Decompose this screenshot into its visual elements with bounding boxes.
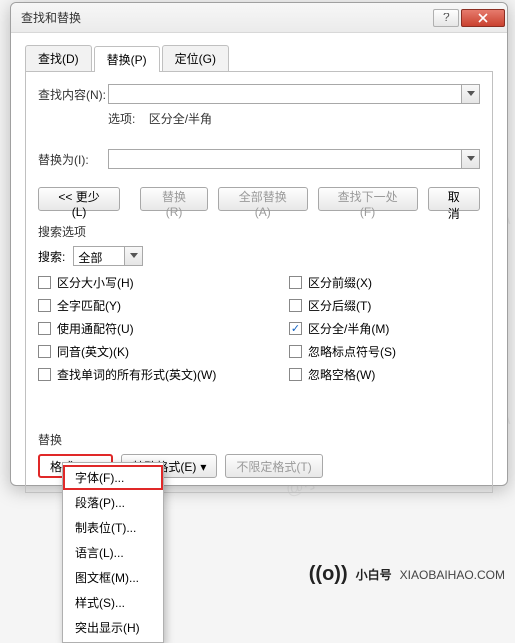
checkbox-col-right: 区分前缀(X) 区分后缀(T) 区分全/半角(M) 忽略标点符号(S) 忽略空格(W) <box>289 274 480 389</box>
checkbox-left-3[interactable]: 同音(英文)(K) <box>38 343 229 360</box>
checkbox-col-left: 区分大小写(H) 全字匹配(Y) 使用通配符(U) 同音(英文)(K) 查找单词的所有形… <box>38 274 229 389</box>
format-menu-item-6[interactable]: 突出显示(H) <box>63 615 163 640</box>
checkbox-left-4[interactable]: 查找单词的所有形式(英文)(W) <box>38 366 229 383</box>
help-button[interactable]: ? <box>433 9 459 27</box>
checkbox-label: 使用通配符(U) <box>57 320 134 337</box>
watermark: ((o)) 小白号 XIAOBAIHAO.COM <box>309 563 505 586</box>
replace-section-title: 替换 <box>38 431 480 448</box>
checkbox-label: 全字匹配(Y) <box>57 297 121 314</box>
replace-label: 替换为(I): <box>38 151 108 168</box>
find-input[interactable] <box>109 85 461 103</box>
checkbox-left-0[interactable]: 区分大小写(H) <box>38 274 229 291</box>
replace-all-button[interactable]: 全部替换(A) <box>218 187 308 211</box>
tab-find[interactable]: 查找(D) <box>25 45 92 71</box>
checkbox-box-icon <box>289 345 302 358</box>
svg-text:?: ? <box>443 13 450 23</box>
checkbox-box-icon <box>38 276 51 289</box>
checkbox-box-icon <box>289 368 302 381</box>
tab-panel: 查找内容(N): 选项: 区分全/半角 替换为(I): <box>25 72 493 493</box>
checkbox-label: 区分全/半角(M) <box>308 320 389 337</box>
caret-down-icon: ▾ <box>200 460 206 474</box>
no-format-button[interactable]: 不限定格式(T) <box>225 454 322 478</box>
find-replace-dialog: 查找和替换 ? 查找(D) 替换(P) 定位(G) 查找内容(N): <box>10 2 508 486</box>
cancel-button[interactable]: 取消 <box>428 187 480 211</box>
checkbox-right-0[interactable]: 区分前缀(X) <box>289 274 480 291</box>
format-menu-item-0[interactable]: 字体(F)... <box>63 465 163 490</box>
search-scope-label: 搜索: <box>38 248 65 265</box>
less-button[interactable]: << 更少(L) <box>38 187 120 211</box>
checkbox-label: 区分大小写(H) <box>57 274 134 291</box>
replace-button[interactable]: 替换(R) <box>140 187 208 211</box>
format-menu: 字体(F)...段落(P)...制表位(T)...语言(L)...图文框(M).… <box>62 462 164 643</box>
checkbox-right-4[interactable]: 忽略空格(W) <box>289 366 480 383</box>
tab-bar: 查找(D) 替换(P) 定位(G) <box>25 45 493 72</box>
find-input-wrap <box>108 84 480 104</box>
checkbox-box-icon <box>38 368 51 381</box>
wifi-icon: ((o)) <box>309 563 348 586</box>
replace-input[interactable] <box>109 150 461 168</box>
dialog-title: 查找和替换 <box>21 9 81 26</box>
checkbox-label: 区分前缀(X) <box>308 274 372 291</box>
format-menu-item-1[interactable]: 段落(P)... <box>63 490 163 515</box>
format-menu-item-4[interactable]: 图文框(M)... <box>63 565 163 590</box>
checkbox-right-2[interactable]: 区分全/半角(M) <box>289 320 480 337</box>
replace-history-dropdown[interactable] <box>461 150 479 168</box>
search-scope-dropdown-icon <box>124 247 142 265</box>
tab-goto[interactable]: 定位(G) <box>162 45 229 71</box>
checkbox-box-icon <box>289 322 302 335</box>
checkbox-left-2[interactable]: 使用通配符(U) <box>38 320 229 337</box>
checkbox-box-icon <box>38 322 51 335</box>
search-scope-select[interactable]: 全部 <box>73 246 143 266</box>
checkbox-label: 区分后缀(T) <box>308 297 371 314</box>
checkbox-label: 查找单词的所有形式(英文)(W) <box>57 366 216 383</box>
format-menu-item-5[interactable]: 样式(S)... <box>63 590 163 615</box>
checkbox-right-3[interactable]: 忽略标点符号(S) <box>289 343 480 360</box>
watermark-url: XIAOBAIHAO.COM <box>400 568 505 582</box>
find-label: 查找内容(N): <box>38 86 108 103</box>
titlebar: 查找和替换 ? <box>11 3 507 33</box>
tab-replace[interactable]: 替换(P) <box>94 46 160 72</box>
replace-input-wrap <box>108 149 480 169</box>
checkbox-right-1[interactable]: 区分后缀(T) <box>289 297 480 314</box>
options-value: 区分全/半角 <box>149 112 212 126</box>
find-next-button[interactable]: 查找下一处(F) <box>318 187 418 211</box>
options-label: 选项: <box>108 112 135 126</box>
checkbox-label: 同音(英文)(K) <box>57 343 129 360</box>
checkbox-label: 忽略标点符号(S) <box>308 343 396 360</box>
checkbox-box-icon <box>38 345 51 358</box>
search-scope-value: 全部 <box>74 247 124 265</box>
checkbox-box-icon <box>289 299 302 312</box>
checkbox-box-icon <box>38 299 51 312</box>
format-menu-item-3[interactable]: 语言(L)... <box>63 540 163 565</box>
find-history-dropdown[interactable] <box>461 85 479 103</box>
checkbox-box-icon <box>289 276 302 289</box>
checkbox-label: 忽略空格(W) <box>308 366 375 383</box>
search-options-title: 搜索选项 <box>38 223 480 240</box>
checkbox-left-1[interactable]: 全字匹配(Y) <box>38 297 229 314</box>
close-button[interactable] <box>461 9 505 27</box>
watermark-brand: 小白号 <box>356 566 392 583</box>
format-menu-item-2[interactable]: 制表位(T)... <box>63 515 163 540</box>
